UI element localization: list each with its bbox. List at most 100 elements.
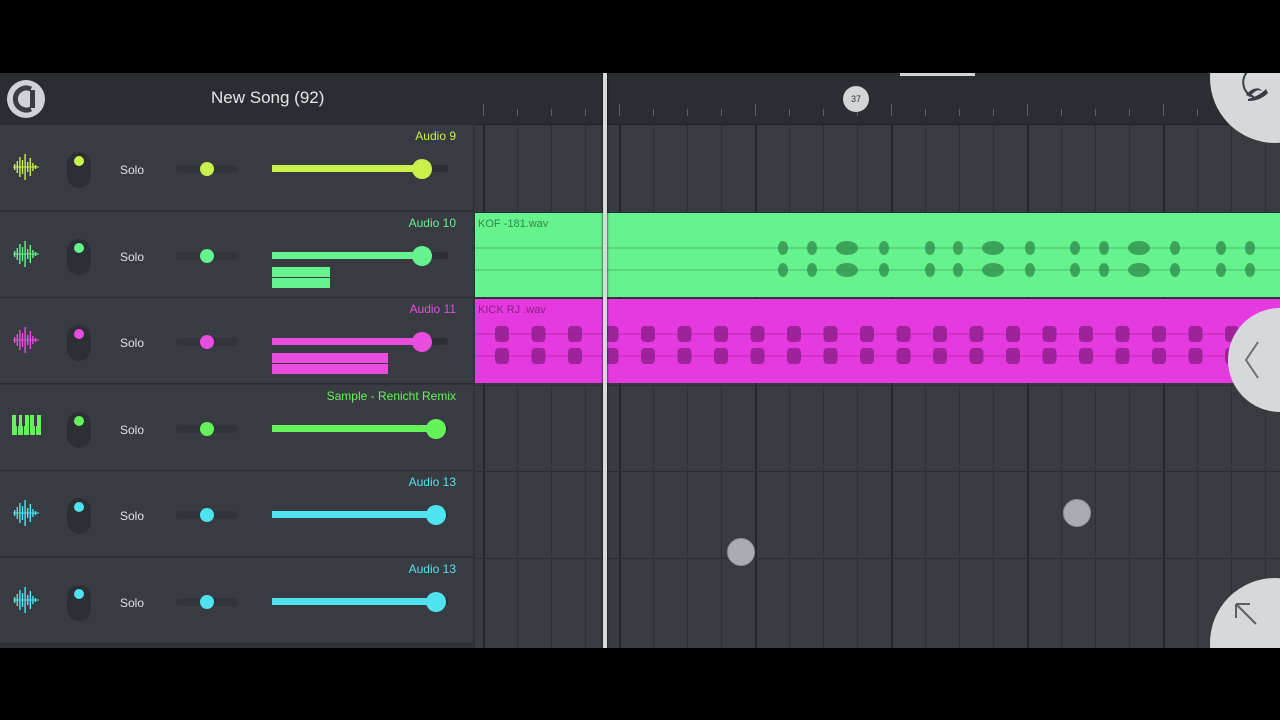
- drag-handle[interactable]: [727, 538, 755, 566]
- grid-line: [993, 125, 994, 648]
- expand-button[interactable]: [1210, 578, 1280, 648]
- track-name[interactable]: Audio 10: [409, 216, 456, 230]
- track-row[interactable]: Audio 10 Solo: [0, 211, 473, 298]
- song-position-marker[interactable]: 37: [843, 86, 869, 112]
- pan-knob[interactable]: [200, 421, 214, 436]
- ruler-tick: [585, 109, 586, 116]
- track-name[interactable]: Audio 11: [410, 302, 456, 316]
- pan-knob[interactable]: [200, 335, 214, 349]
- mute-led: [74, 588, 84, 599]
- song-title[interactable]: New Song (92): [211, 88, 324, 108]
- mute-toggle[interactable]: [67, 411, 91, 448]
- mute-toggle[interactable]: [67, 584, 91, 621]
- track-name[interactable]: Audio 9: [415, 129, 456, 143]
- fl-logo-icon[interactable]: [7, 80, 45, 118]
- pan-slider[interactable]: [176, 162, 238, 176]
- ruler-tick: [789, 109, 790, 116]
- volume-slider[interactable]: [272, 245, 448, 266]
- pan-slider[interactable]: [176, 335, 238, 349]
- grid-line: [857, 125, 858, 648]
- solo-button[interactable]: Solo: [120, 250, 144, 264]
- track-row[interactable]: Audio 13 Solo: [0, 557, 473, 644]
- ruler-tick: [993, 109, 994, 116]
- pan-slider[interactable]: [176, 594, 238, 609]
- track-name[interactable]: Audio 13: [409, 562, 456, 576]
- waveform-icon[interactable]: [12, 499, 40, 527]
- ruler-tick: [687, 109, 688, 116]
- track-row[interactable]: Audio 13 Solo: [0, 471, 473, 557]
- track-row[interactable]: Sample - Renicht Remix Solo: [0, 384, 473, 471]
- grid-line: [755, 125, 757, 648]
- scroll-indicator: [900, 73, 975, 76]
- timeline-ruler[interactable]: [475, 73, 1280, 125]
- mute-toggle[interactable]: [67, 325, 91, 361]
- waveform-icon[interactable]: [12, 153, 40, 181]
- volume-slider[interactable]: [272, 591, 448, 612]
- volume-slider[interactable]: [272, 505, 448, 525]
- volume-knob[interactable]: [412, 159, 432, 179]
- solo-button[interactable]: Solo: [120, 596, 144, 610]
- ruler-tick: [1095, 109, 1096, 116]
- ruler-tick: [1061, 109, 1062, 116]
- waveform-icon[interactable]: [12, 326, 40, 354]
- track-name[interactable]: Audio 13: [409, 475, 456, 489]
- row-divider: [475, 384, 1280, 386]
- solo-button[interactable]: Solo: [120, 509, 144, 523]
- playhead[interactable]: [603, 73, 607, 648]
- playlist-area[interactable]: KOF -181.wav KICK RJ .wav: [475, 73, 1280, 648]
- ruler-tick: [891, 104, 892, 116]
- drag-handle[interactable]: [1063, 499, 1091, 527]
- volume-knob[interactable]: [426, 591, 446, 612]
- clip-thumbnail[interactable]: [272, 266, 330, 289]
- audio-clip[interactable]: KICK RJ .wav: [475, 299, 1280, 383]
- grid-line: [925, 125, 926, 648]
- grid-line: [1129, 125, 1130, 648]
- pan-slider[interactable]: [176, 508, 238, 522]
- volume-fill: [272, 597, 442, 605]
- corner-menu-button[interactable]: [1210, 73, 1280, 143]
- grid-line: [1163, 125, 1165, 648]
- track-row[interactable]: Audio 9 Solo: [0, 125, 473, 211]
- waveform-icon[interactable]: [12, 240, 40, 268]
- volume-knob[interactable]: [412, 332, 432, 352]
- grid-line: [959, 125, 960, 648]
- mute-toggle[interactable]: [67, 152, 91, 188]
- ruler-tick: [721, 109, 722, 116]
- grid-line: [891, 125, 893, 648]
- pan-slider[interactable]: [176, 248, 238, 263]
- mute-led: [74, 156, 84, 166]
- collapse-panel-button[interactable]: [1228, 308, 1280, 412]
- pan-knob[interactable]: [200, 508, 214, 522]
- waveform-icon[interactable]: [12, 586, 40, 614]
- audio-clip[interactable]: KOF -181.wav: [475, 212, 1280, 297]
- volume-fill: [272, 165, 416, 172]
- pan-knob[interactable]: [200, 594, 214, 609]
- solo-button[interactable]: Solo: [120, 423, 144, 437]
- mute-toggle[interactable]: [67, 238, 91, 275]
- clip-thumbnail[interactable]: [272, 353, 388, 375]
- ruler-tick: [1197, 109, 1198, 116]
- volume-slider[interactable]: [272, 418, 448, 439]
- volume-knob[interactable]: [426, 418, 446, 439]
- volume-fill: [272, 251, 416, 259]
- track-list: Audio 9 Solo Audio 10 Solo Audio 11 Solo: [0, 125, 473, 648]
- volume-knob[interactable]: [412, 245, 432, 266]
- pan-knob[interactable]: [200, 248, 214, 263]
- fruit-logo-icon: [1242, 73, 1268, 101]
- piano-keys-icon[interactable]: [12, 413, 41, 441]
- pan-knob[interactable]: [200, 162, 214, 176]
- grid-line: [483, 125, 485, 648]
- ruler-tick: [755, 104, 756, 116]
- clip-label: KICK RJ .wav: [478, 304, 546, 316]
- grid-line: [687, 125, 688, 648]
- solo-button[interactable]: Solo: [120, 336, 144, 350]
- solo-button[interactable]: Solo: [120, 163, 144, 177]
- volume-slider[interactable]: [272, 159, 448, 179]
- track-name[interactable]: Sample - Renicht Remix: [327, 389, 456, 403]
- volume-knob[interactable]: [426, 505, 446, 525]
- track-row[interactable]: Audio 11 Solo: [0, 298, 473, 384]
- ruler-tick: [653, 109, 654, 116]
- pan-slider[interactable]: [176, 421, 238, 436]
- mute-toggle[interactable]: [67, 498, 91, 534]
- volume-slider[interactable]: [272, 332, 448, 352]
